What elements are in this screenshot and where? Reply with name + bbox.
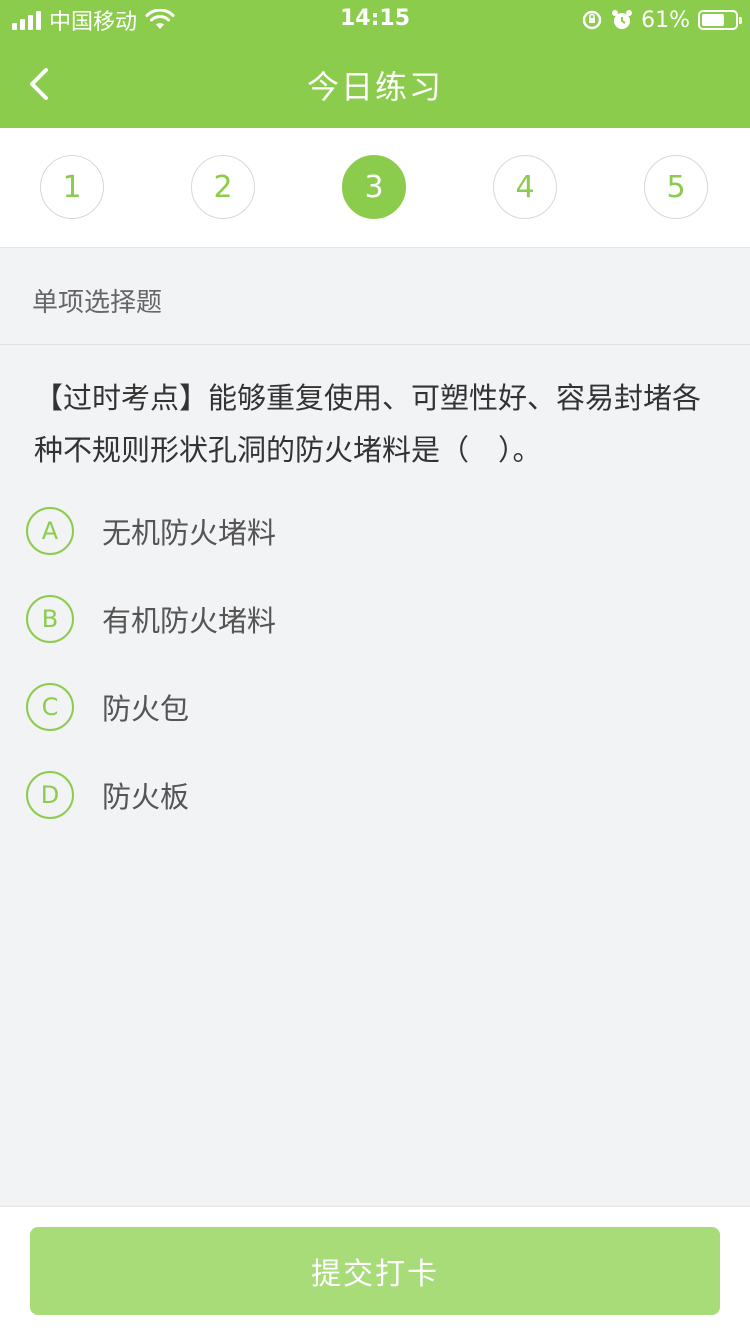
header-bar: 中国移动 14:15 61% 今日练习 [0, 0, 750, 128]
question-type-label: 单项选择题 [32, 288, 163, 318]
option-a-text: 无机防火堵料 [102, 516, 277, 550]
submit-checkin-button[interactable]: 提交打卡 [30, 1227, 720, 1315]
option-d-letter: D [26, 771, 74, 819]
option-a[interactable]: A 无机防火堵料 [26, 505, 726, 557]
option-a-letter: A [26, 507, 74, 555]
option-d[interactable]: D 防火板 [26, 769, 726, 821]
option-c[interactable]: C 防火包 [26, 681, 726, 733]
option-b-text: 有机防火堵料 [102, 604, 277, 638]
battery-icon [698, 10, 742, 30]
alarm-icon [612, 10, 633, 29]
option-b-letter: B [26, 595, 74, 643]
question-text: 【过时考点】能够重复使用、可塑性好、容易封堵各种不规则形状孔洞的防火堵料是（ ）… [34, 381, 702, 467]
step-5[interactable]: 5 [644, 155, 708, 219]
question-type-bar: 单项选择题 [0, 248, 750, 345]
step-4[interactable]: 4 [493, 155, 557, 219]
step-3[interactable]: 3 [342, 155, 406, 219]
option-d-text: 防火板 [102, 780, 190, 814]
page-title: 今日练习 [306, 68, 443, 106]
status-right: 61% [581, 6, 742, 34]
step-1[interactable]: 1 [40, 155, 104, 219]
status-bar: 中国移动 14:15 61% [0, 0, 750, 40]
option-c-letter: C [26, 683, 74, 731]
battery-percent: 61% [641, 7, 690, 33]
option-b[interactable]: B 有机防火堵料 [26, 593, 726, 645]
question-stepper: 1 2 3 4 5 [0, 128, 750, 248]
option-c-text: 防火包 [102, 692, 190, 726]
step-2[interactable]: 2 [191, 155, 255, 219]
rotation-lock-icon [582, 10, 602, 30]
bottom-bar: 提交打卡 [0, 1206, 750, 1335]
